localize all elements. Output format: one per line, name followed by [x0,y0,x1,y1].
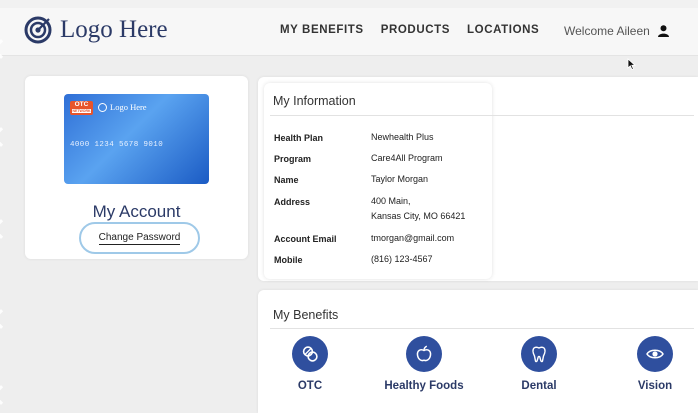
divider [270,328,694,329]
card-logo-text: Logo Here [110,102,147,112]
user-icon [657,25,669,37]
benefit-label: Healthy Foods [384,380,464,392]
target-logo-icon [24,16,52,44]
info-value: tmorgan@gmail.com [371,233,455,243]
change-password-label: Change Password [98,231,181,245]
chevron-decoration [0,219,11,239]
card-number: 4000 1234 5678 9010 [70,141,164,149]
otc-badge: OTC NETWORK [70,101,93,115]
info-value: Newhealth Plus [371,132,434,142]
info-label: Name [274,175,299,185]
info-label: Account Email [274,234,337,244]
info-label: Mobile [274,255,303,265]
eye-icon [646,349,664,359]
main-nav: MY BENEFITS PRODUCTS LOCATIONS [280,24,556,36]
logo-text: Logo Here [60,16,168,43]
benefit-icon-circle [292,336,328,372]
nav-my-benefits[interactable]: MY BENEFITS [280,24,364,36]
card-logo: Logo Here [98,102,147,112]
info-value: Care4All Program [371,153,443,163]
benefit-dental[interactable]: Dental [479,336,599,392]
benefit-healthy-foods[interactable]: Healthy Foods [364,336,484,392]
benefit-icon-circle [637,336,673,372]
otc-card-image: OTC NETWORK Logo Here 4000 1234 5678 901… [64,94,209,184]
my-benefits-card: My Benefits OTC Healthy Foods Dental Vis… [258,290,698,413]
benefit-icon-circle [521,336,557,372]
info-label: Health Plan [274,133,324,143]
change-password-button[interactable]: Change Password [79,222,200,254]
card-logo-icon [98,102,107,112]
chevron-decoration [0,385,11,405]
benefit-vision[interactable]: Vision [595,336,698,392]
my-benefits-title: My Benefits [273,308,339,322]
top-banner-strip [0,0,698,8]
benefit-label: Vision [637,380,673,392]
mouse-cursor-icon [627,58,636,71]
info-value: (816) 123-4567 [371,254,433,264]
chevron-decoration [0,309,11,329]
info-value: Taylor Morgan [371,174,429,184]
nav-products[interactable]: PRODUCTS [381,24,450,36]
user-menu[interactable]: Welcome Aileen [564,24,669,38]
logo[interactable]: Logo Here [24,16,168,44]
account-card: OTC NETWORK Logo Here 4000 1234 5678 901… [25,76,248,259]
apple-icon [416,345,432,362]
site-header: Logo Here MY BENEFITS PRODUCTS LOCATIONS… [0,8,698,56]
tooth-icon [532,346,546,363]
nav-locations[interactable]: LOCATIONS [467,24,539,36]
benefit-icon-circle [406,336,442,372]
my-information-title: My Information [273,94,356,108]
welcome-text: Welcome Aileen [564,24,650,38]
my-account-title: My Account [92,202,181,221]
address-line-1: 400 Main, [371,196,411,206]
my-information-card: My Information Health Plan Newhealth Plu… [258,77,698,281]
divider [270,115,694,116]
benefit-label: Dental [521,380,557,392]
otc-badge-text: OTC [74,101,89,108]
chevron-decoration [0,127,11,147]
info-label: Program [274,154,312,164]
info-value: 400 Main, Kansas City, MO 66421 [371,194,511,224]
benefit-otc[interactable]: OTC [250,336,370,392]
info-label: Address [274,197,311,207]
pills-icon [302,346,318,362]
otc-badge-sub: NETWORK [72,109,91,113]
address-line-2: Kansas City, MO 66421 [371,211,466,221]
benefit-label: OTC [297,380,323,392]
